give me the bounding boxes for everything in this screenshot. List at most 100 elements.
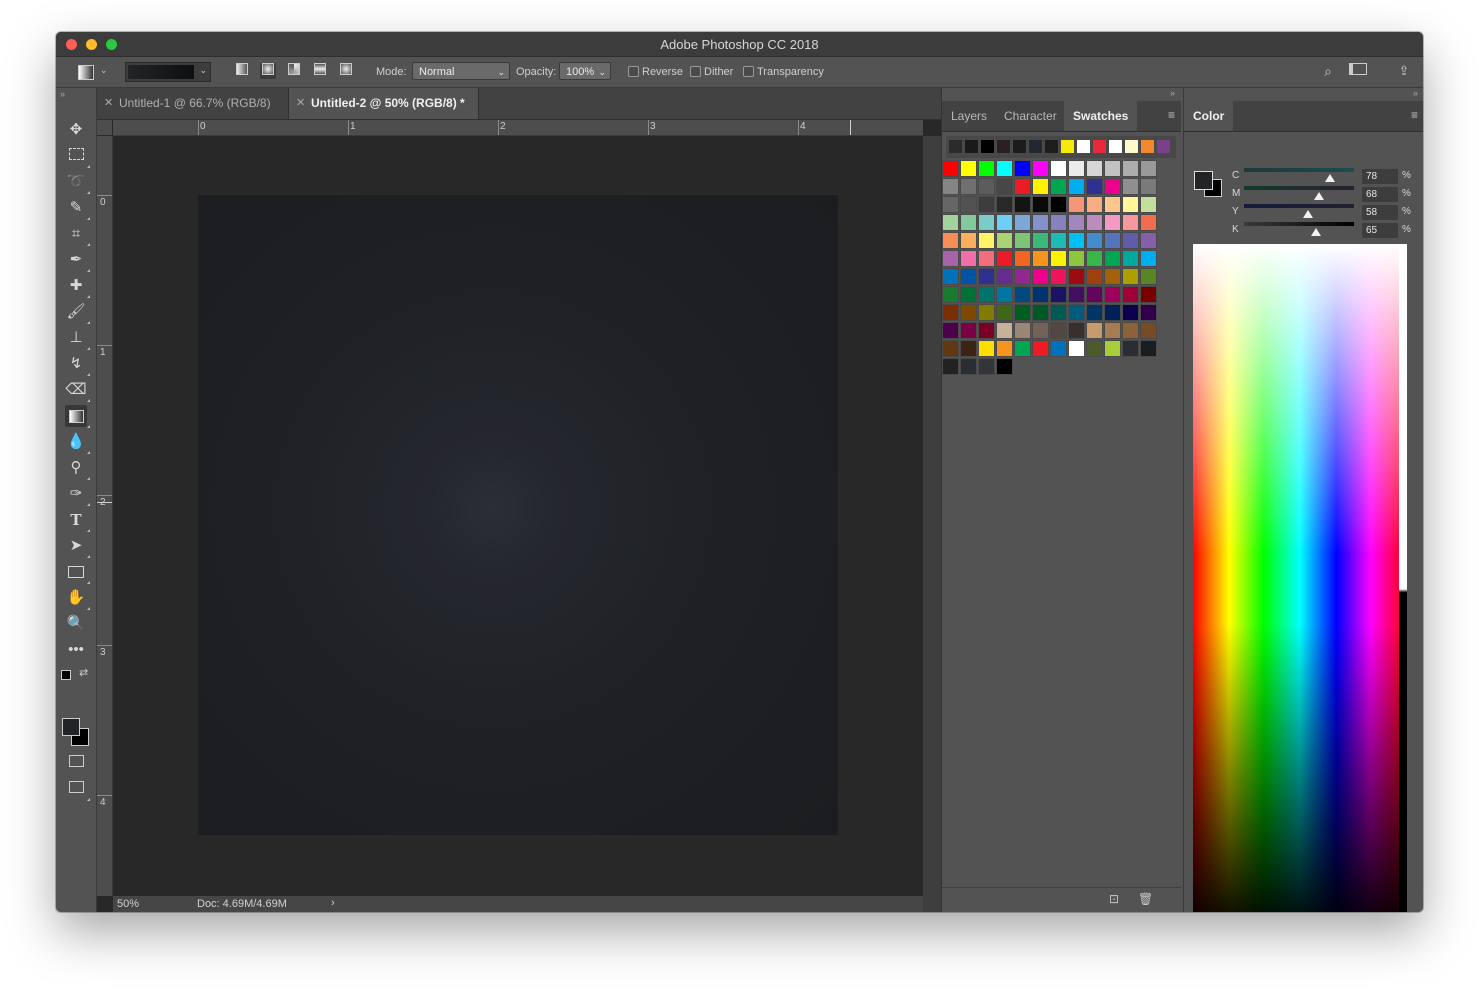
channel-value-field[interactable]: 65	[1362, 223, 1398, 238]
collapse-panel-icon[interactable]: »	[1413, 88, 1418, 98]
swatch[interactable]	[1140, 214, 1157, 231]
reverse-checkbox[interactable]	[628, 66, 639, 77]
swatch[interactable]	[942, 178, 959, 195]
swatch[interactable]	[1050, 232, 1067, 249]
swatch[interactable]	[996, 178, 1013, 195]
channel-slider-track[interactable]	[1244, 186, 1354, 190]
swatch[interactable]	[1050, 250, 1067, 267]
swatch[interactable]	[1068, 160, 1085, 177]
foreground-color-swatch[interactable]	[1194, 171, 1213, 190]
tab-layers[interactable]: Layers	[942, 101, 996, 131]
swatch[interactable]	[1140, 196, 1157, 213]
swatch[interactable]	[1122, 160, 1139, 177]
swatch[interactable]	[978, 178, 995, 195]
angle-gradient-icon[interactable]	[286, 63, 302, 79]
swatch[interactable]	[1104, 250, 1121, 267]
swatch[interactable]	[1068, 322, 1085, 339]
swatch[interactable]	[1050, 214, 1067, 231]
swatch[interactable]	[1032, 178, 1049, 195]
swatch[interactable]	[1014, 304, 1031, 321]
pen-tool-icon[interactable]: ✑	[65, 483, 90, 506]
swatch[interactable]	[942, 322, 959, 339]
close-tab-icon[interactable]: ✕	[296, 88, 305, 119]
swatch[interactable]	[996, 358, 1013, 375]
swatch[interactable]	[1140, 232, 1157, 249]
swatch[interactable]	[996, 322, 1013, 339]
close-tab-icon[interactable]: ✕	[104, 88, 113, 119]
swatch[interactable]	[1122, 214, 1139, 231]
swatch[interactable]	[1104, 160, 1121, 177]
swatch[interactable]	[960, 250, 977, 267]
grayscale-ramp[interactable]	[1399, 244, 1407, 912]
blur-tool-icon[interactable]: 💧	[65, 431, 90, 454]
tab-untitled-1[interactable]: ✕ Untitled-1 @ 66.7% (RGB/8)	[97, 88, 289, 119]
swatch[interactable]	[1068, 268, 1085, 285]
swatch[interactable]	[1086, 304, 1103, 321]
swatch[interactable]	[960, 214, 977, 231]
vertical-scrollbar[interactable]	[923, 136, 941, 912]
swatch[interactable]	[960, 160, 977, 177]
path-selection-tool-icon[interactable]: ➤	[65, 535, 90, 558]
swatch[interactable]	[942, 268, 959, 285]
collapse-panel-icon[interactable]: »	[1170, 88, 1175, 98]
recent-swatch[interactable]	[1092, 139, 1107, 154]
transparency-checkbox[interactable]	[743, 66, 754, 77]
swatch[interactable]	[1050, 286, 1067, 303]
dither-checkbox[interactable]	[690, 66, 701, 77]
swatch[interactable]	[1014, 268, 1031, 285]
quick-selection-tool-icon[interactable]: ✎	[65, 197, 90, 220]
swatch[interactable]	[1014, 214, 1031, 231]
swatch[interactable]	[1068, 214, 1085, 231]
zoom-level[interactable]: 50%	[117, 898, 139, 910]
swatch[interactable]	[1140, 286, 1157, 303]
swatch[interactable]	[996, 304, 1013, 321]
color-spectrum[interactable]	[1193, 244, 1407, 912]
crop-tool-icon[interactable]: ⌗	[65, 223, 90, 246]
tab-untitled-2[interactable]: ✕ Untitled-2 @ 50% (RGB/8) *	[289, 88, 479, 119]
swatch[interactable]	[1050, 340, 1067, 357]
swatch[interactable]	[1122, 232, 1139, 249]
recent-swatch[interactable]	[964, 139, 979, 154]
swatch[interactable]	[996, 232, 1013, 249]
swatch[interactable]	[1122, 322, 1139, 339]
swatch[interactable]	[1050, 268, 1067, 285]
swatch[interactable]	[996, 340, 1013, 357]
swatch[interactable]	[1140, 268, 1157, 285]
swatch[interactable]	[1032, 268, 1049, 285]
swatch[interactable]	[1086, 286, 1103, 303]
swatch[interactable]	[1122, 286, 1139, 303]
trash-icon[interactable]: 🗑	[1138, 892, 1153, 906]
lasso-tool-icon[interactable]: ➰	[65, 171, 90, 194]
swatch[interactable]	[1032, 340, 1049, 357]
recent-swatch[interactable]	[1076, 139, 1091, 154]
healing-brush-tool-icon[interactable]: ✚	[65, 275, 90, 298]
swatch[interactable]	[978, 214, 995, 231]
swatch[interactable]	[1140, 340, 1157, 357]
swatch[interactable]	[942, 196, 959, 213]
swatch[interactable]	[1104, 178, 1121, 195]
vertical-ruler[interactable]: 0 1 2 3 4	[97, 136, 113, 896]
swatch[interactable]	[942, 160, 959, 177]
swatch[interactable]	[1140, 160, 1157, 177]
swatch[interactable]	[1032, 160, 1049, 177]
swatch[interactable]	[1032, 232, 1049, 249]
tab-swatches[interactable]: Swatches	[1064, 101, 1138, 131]
recent-swatch[interactable]	[1060, 139, 1075, 154]
swatch[interactable]	[1104, 322, 1121, 339]
channel-value-field[interactable]: 68	[1362, 187, 1398, 202]
zoom-tool-icon[interactable]: 🔍	[65, 613, 87, 635]
panel-menu-icon[interactable]: ≡	[1411, 108, 1418, 122]
share-icon[interactable]: ⇪	[1396, 63, 1412, 79]
quick-mask-icon[interactable]	[65, 752, 87, 774]
swatch[interactable]	[1050, 304, 1067, 321]
mode-dropdown[interactable]: Normal ⌄	[412, 62, 510, 80]
status-menu-arrow[interactable]: ›	[331, 897, 335, 909]
ruler-origin[interactable]	[97, 120, 112, 135]
swatch[interactable]	[1104, 196, 1121, 213]
swatch[interactable]	[1050, 322, 1067, 339]
workspace-icon[interactable]	[1349, 63, 1367, 79]
recent-swatch[interactable]	[1156, 139, 1171, 154]
swatch[interactable]	[1086, 214, 1103, 231]
radial-gradient-icon[interactable]	[260, 63, 276, 79]
swatch[interactable]	[1086, 250, 1103, 267]
